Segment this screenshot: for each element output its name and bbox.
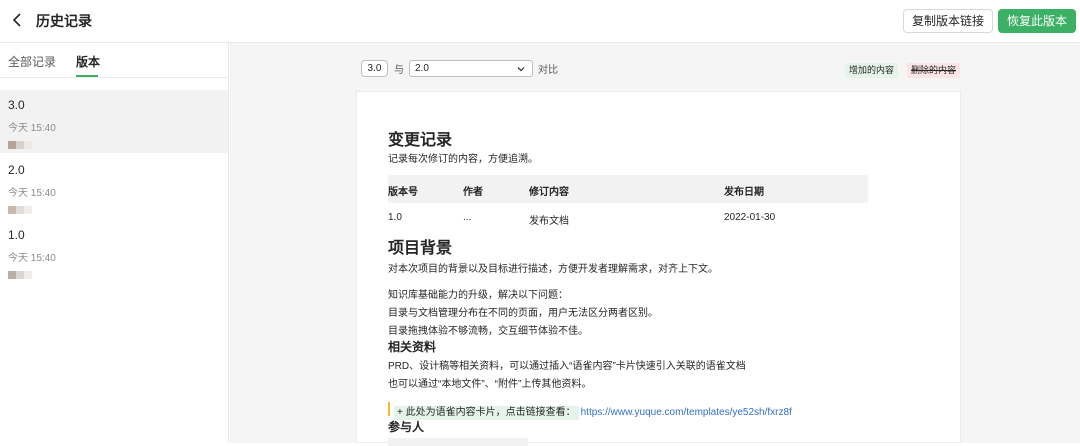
resources-line: 也可以通过“本地文件”、“附件”上传其他资料。	[388, 379, 592, 390]
tab-all-records[interactable]: 全部记录	[8, 53, 56, 70]
changelog-title: 变更记录	[388, 132, 453, 149]
version-time: 今天 15:40	[8, 188, 56, 199]
version-time: 今天 15:40	[8, 253, 56, 264]
page-title: 历史记录	[36, 13, 92, 29]
compare-with-label: 与	[394, 65, 404, 76]
table-header-cell: 发布日期	[724, 187, 764, 198]
version-item-1-0[interactable]: 1.0 今天 15:40	[0, 220, 228, 283]
restore-version-button[interactable]: 恢复此版本	[998, 9, 1076, 33]
active-tab-indicator	[76, 75, 98, 77]
chevron-left-icon[interactable]	[8, 10, 28, 30]
avatar-icon	[8, 136, 38, 149]
main-area: 3.0 与 2.0 对比 增加的内容 删除的内容 变更记录 记录每次修订的内容，…	[230, 43, 1080, 446]
compare-version-select[interactable]: 2.0	[409, 60, 533, 77]
compare-action-label: 对比	[538, 65, 558, 76]
copy-version-link-button[interactable]: 复制版本链接	[903, 9, 993, 33]
resources-line: PRD、设计稿等相关资料，可以通过插入“语雀内容”卡片快速引入关联的语雀文档	[388, 361, 746, 372]
version-name: 1.0	[8, 228, 25, 242]
background-title: 项目背景	[388, 240, 453, 257]
version-item-2-0[interactable]: 2.0 今天 15:40	[0, 155, 228, 218]
table-cell: 发布文档	[529, 216, 569, 227]
legend-deleted: 删除的内容	[907, 63, 961, 78]
background-desc: 对本次项目的背景以及目标进行描述，方便开发者理解需求，对齐上下文。	[388, 264, 718, 275]
table-header-cell: 版本号	[388, 187, 418, 198]
chevron-down-icon	[517, 67, 525, 72]
current-version-box: 3.0	[361, 60, 388, 77]
table-header-cell: 修订内容	[529, 187, 569, 198]
version-item-3-0[interactable]: 3.0 今天 15:40	[0, 90, 228, 153]
top-bar: 历史记录 复制版本链接 恢复此版本	[0, 0, 1080, 43]
version-time: 今天 15:40	[8, 123, 56, 134]
table-cell: ...	[463, 212, 472, 223]
background-line: 目录拖拽体验不够流畅，交互细节体验不佳。	[388, 326, 588, 337]
background-line: 知识库基础能力的升级，解决以下问题：	[388, 290, 568, 301]
table-header-cell: 作者	[463, 187, 483, 198]
table-cell: 2022-01-30	[724, 212, 776, 223]
card-link[interactable]: https://www.yuque.com/templates/ye52sh/f…	[581, 407, 792, 418]
yuque-content-card: + 此处为语雀内容卡片，点击链接查看： https://www.yuque.com…	[388, 402, 792, 420]
participants-title: 参与人	[388, 420, 425, 434]
legend-added: 增加的内容	[845, 63, 899, 78]
table-cell: 1.0	[388, 212, 402, 223]
avatar-icon	[8, 266, 38, 279]
sidebar: 全部记录 版本 3.0 今天 15:40 2.0 今天 15:40 1.0 今天…	[0, 43, 229, 443]
version-name: 3.0	[8, 98, 25, 112]
avatar-icon	[8, 201, 38, 214]
compare-version-value: 2.0	[415, 63, 429, 74]
background-line: 目录与文档管理分布在不同的页面，用户无法区分两者区别。	[388, 308, 658, 319]
document-paper: 变更记录 记录每次修订的内容，方便追溯。 版本号 作者 修订内容 发布日期 1.…	[356, 91, 961, 446]
table-header: 版本号 作者 修订内容 发布日期	[388, 175, 868, 203]
tab-versions[interactable]: 版本	[76, 53, 100, 70]
changelog-desc: 记录每次修订的内容，方便追溯。	[388, 154, 538, 165]
participants-table-header	[388, 438, 528, 446]
resources-title: 相关资料	[388, 340, 437, 354]
version-name: 2.0	[8, 163, 25, 177]
sidebar-tabs: 全部记录 版本	[0, 43, 228, 78]
